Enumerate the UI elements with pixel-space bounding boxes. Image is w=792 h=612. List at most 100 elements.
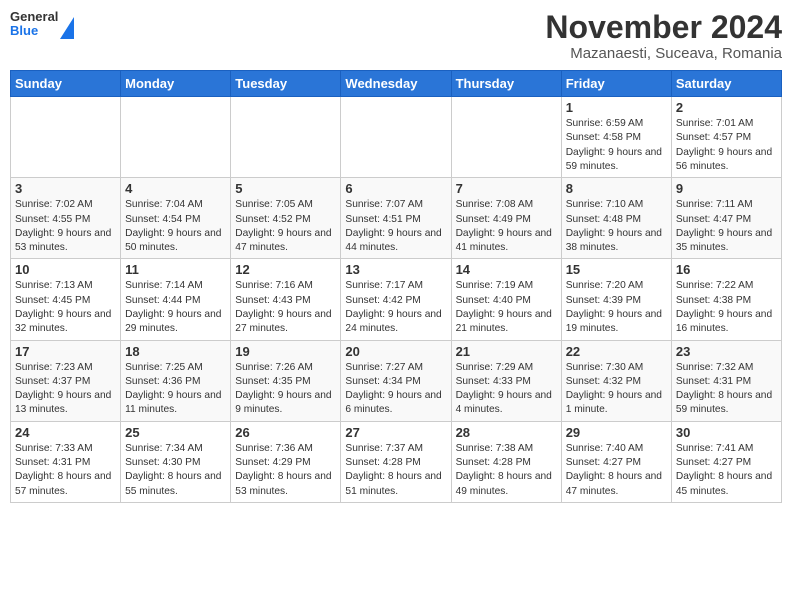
title-area: November 2024 Mazanaesti, Suceava, Roman… <box>545 10 782 62</box>
day-info: Sunrise: 7:30 AM Sunset: 4:32 PM Dayligh… <box>566 361 667 418</box>
day-info: Sunrise: 7:33 AM Sunset: 4:31 PM Dayligh… <box>15 442 116 499</box>
logo-text: General Blue <box>10 10 58 39</box>
logo-triangle-icon <box>60 17 74 39</box>
day-header-sunday: Sunday <box>11 71 121 97</box>
calendar-cell: 15 Sunrise: 7:20 AM Sunset: 4:39 PM Dayli… <box>561 259 671 340</box>
day-number: 17 <box>15 344 116 359</box>
day-info: Sunrise: 7:02 AM Sunset: 4:55 PM Dayligh… <box>15 198 116 255</box>
calendar-cell: 25Sunrise: 7:34 AM Sunset: 4:30 PM Dayli… <box>121 421 231 502</box>
calendar-cell: 26 Sunrise: 7:36 AM Sunset: 4:29 PM Dayli… <box>231 421 341 502</box>
day-info: Sunrise: 7:25 AM Sunset: 4:36 PM Dayligh… <box>125 361 226 418</box>
calendar-cell: 19 Sunrise: 7:26 AM Sunset: 4:35 PM Dayli… <box>231 340 341 421</box>
day-header-wednesday: Wednesday <box>341 71 451 97</box>
page: General Blue November 2024 Mazanaesti, S… <box>0 0 792 612</box>
calendar-cell <box>121 97 231 178</box>
day-info: Sunrise: 7:29 AM Sunset: 4:33 PM Dayligh… <box>456 361 557 418</box>
logo-general: General <box>10 10 58 24</box>
day-number: 4 <box>125 181 226 196</box>
day-header-thursday: Thursday <box>451 71 561 97</box>
day-info: Sunrise: 7:04 AM Sunset: 4:54 PM Dayligh… <box>125 198 226 255</box>
calendar-cell: 23 Sunrise: 7:32 AM Sunset: 4:31 PM Dayli… <box>671 340 781 421</box>
day-number: 18 <box>125 344 226 359</box>
calendar-cell: 12 Sunrise: 7:16 AM Sunset: 4:43 PM Dayli… <box>231 259 341 340</box>
calendar-cell: 30Sunrise: 7:41 AM Sunset: 4:27 PM Dayli… <box>671 421 781 502</box>
calendar-cell: 4 Sunrise: 7:04 AM Sunset: 4:54 PM Daylig… <box>121 178 231 259</box>
day-number: 24 <box>15 425 116 440</box>
calendar-cell: 13 Sunrise: 7:17 AM Sunset: 4:42 PM Dayli… <box>341 259 451 340</box>
day-number: 27 <box>345 425 446 440</box>
calendar-cell: 7 Sunrise: 7:08 AM Sunset: 4:49 PM Daylig… <box>451 178 561 259</box>
day-info: Sunrise: 7:16 AM Sunset: 4:43 PM Dayligh… <box>235 279 336 336</box>
day-header-tuesday: Tuesday <box>231 71 341 97</box>
day-number: 22 <box>566 344 667 359</box>
day-info: Sunrise: 7:05 AM Sunset: 4:52 PM Dayligh… <box>235 198 336 255</box>
day-number: 8 <box>566 181 667 196</box>
day-info: Sunrise: 7:17 AM Sunset: 4:42 PM Dayligh… <box>345 279 446 336</box>
day-number: 7 <box>456 181 557 196</box>
day-number: 20 <box>345 344 446 359</box>
day-info: Sunrise: 7:34 AM Sunset: 4:30 PM Dayligh… <box>125 442 226 499</box>
week-row-3: 17 Sunrise: 7:23 AM Sunset: 4:37 PM Dayli… <box>11 340 782 421</box>
calendar-body: 1 Sunrise: 6:59 AM Sunset: 4:58 PM Daylig… <box>11 97 782 503</box>
calendar-cell: 3Sunrise: 7:02 AM Sunset: 4:55 PM Daylig… <box>11 178 121 259</box>
calendar-cell: 18 Sunrise: 7:25 AM Sunset: 4:36 PM Dayli… <box>121 340 231 421</box>
calendar-cell <box>231 97 341 178</box>
calendar-cell: 14Sunrise: 7:19 AM Sunset: 4:40 PM Dayli… <box>451 259 561 340</box>
calendar-cell: 20 Sunrise: 7:27 AM Sunset: 4:34 PM Dayli… <box>341 340 451 421</box>
day-number: 29 <box>566 425 667 440</box>
day-info: Sunrise: 7:11 AM Sunset: 4:47 PM Dayligh… <box>676 198 777 255</box>
day-info: Sunrise: 7:36 AM Sunset: 4:29 PM Dayligh… <box>235 442 336 499</box>
day-number: 12 <box>235 262 336 277</box>
day-info: Sunrise: 7:14 AM Sunset: 4:44 PM Dayligh… <box>125 279 226 336</box>
day-number: 28 <box>456 425 557 440</box>
day-number: 15 <box>566 262 667 277</box>
day-info: Sunrise: 7:19 AM Sunset: 4:40 PM Dayligh… <box>456 279 557 336</box>
day-header-friday: Friday <box>561 71 671 97</box>
calendar-cell: 8Sunrise: 7:10 AM Sunset: 4:48 PM Daylig… <box>561 178 671 259</box>
day-info: Sunrise: 7:23 AM Sunset: 4:37 PM Dayligh… <box>15 361 116 418</box>
day-info: Sunrise: 7:37 AM Sunset: 4:28 PM Dayligh… <box>345 442 446 499</box>
calendar-cell: 16Sunrise: 7:22 AM Sunset: 4:38 PM Dayli… <box>671 259 781 340</box>
day-info: Sunrise: 7:13 AM Sunset: 4:45 PM Dayligh… <box>15 279 116 336</box>
week-row-0: 1 Sunrise: 6:59 AM Sunset: 4:58 PM Daylig… <box>11 97 782 178</box>
calendar-cell: 1 Sunrise: 6:59 AM Sunset: 4:58 PM Daylig… <box>561 97 671 178</box>
calendar-cell <box>451 97 561 178</box>
week-row-2: 10Sunrise: 7:13 AM Sunset: 4:45 PM Dayli… <box>11 259 782 340</box>
calendar-cell: 17 Sunrise: 7:23 AM Sunset: 4:37 PM Dayli… <box>11 340 121 421</box>
day-number: 2 <box>676 100 777 115</box>
day-number: 23 <box>676 344 777 359</box>
calendar-cell: 9 Sunrise: 7:11 AM Sunset: 4:47 PM Daylig… <box>671 178 781 259</box>
header: General Blue November 2024 Mazanaesti, S… <box>10 10 782 62</box>
day-number: 26 <box>235 425 336 440</box>
calendar-header: SundayMondayTuesdayWednesdayThursdayFrid… <box>11 71 782 97</box>
calendar-cell: 6Sunrise: 7:07 AM Sunset: 4:51 PM Daylig… <box>341 178 451 259</box>
day-number: 5 <box>235 181 336 196</box>
day-header-saturday: Saturday <box>671 71 781 97</box>
day-info: Sunrise: 6:59 AM Sunset: 4:58 PM Dayligh… <box>566 117 667 174</box>
day-info: Sunrise: 7:07 AM Sunset: 4:51 PM Dayligh… <box>345 198 446 255</box>
day-info: Sunrise: 7:26 AM Sunset: 4:35 PM Dayligh… <box>235 361 336 418</box>
day-info: Sunrise: 7:22 AM Sunset: 4:38 PM Dayligh… <box>676 279 777 336</box>
calendar-cell: 11Sunrise: 7:14 AM Sunset: 4:44 PM Dayli… <box>121 259 231 340</box>
week-row-4: 24 Sunrise: 7:33 AM Sunset: 4:31 PM Dayli… <box>11 421 782 502</box>
day-info: Sunrise: 7:08 AM Sunset: 4:49 PM Dayligh… <box>456 198 557 255</box>
week-row-1: 3Sunrise: 7:02 AM Sunset: 4:55 PM Daylig… <box>11 178 782 259</box>
day-number: 30 <box>676 425 777 440</box>
day-number: 19 <box>235 344 336 359</box>
day-number: 13 <box>345 262 446 277</box>
day-number: 9 <box>676 181 777 196</box>
calendar-cell: 24 Sunrise: 7:33 AM Sunset: 4:31 PM Dayli… <box>11 421 121 502</box>
day-header-monday: Monday <box>121 71 231 97</box>
calendar-cell: 27 Sunrise: 7:37 AM Sunset: 4:28 PM Dayli… <box>341 421 451 502</box>
calendar-cell: 28 Sunrise: 7:38 AM Sunset: 4:28 PM Dayli… <box>451 421 561 502</box>
day-info: Sunrise: 7:32 AM Sunset: 4:31 PM Dayligh… <box>676 361 777 418</box>
calendar-cell: 5 Sunrise: 7:05 AM Sunset: 4:52 PM Daylig… <box>231 178 341 259</box>
logo-blue: Blue <box>10 24 58 38</box>
calendar-cell <box>11 97 121 178</box>
day-info: Sunrise: 7:20 AM Sunset: 4:39 PM Dayligh… <box>566 279 667 336</box>
day-number: 1 <box>566 100 667 115</box>
day-info: Sunrise: 7:27 AM Sunset: 4:34 PM Dayligh… <box>345 361 446 418</box>
logo: General Blue <box>10 10 74 39</box>
day-info: Sunrise: 7:40 AM Sunset: 4:27 PM Dayligh… <box>566 442 667 499</box>
day-info: Sunrise: 7:38 AM Sunset: 4:28 PM Dayligh… <box>456 442 557 499</box>
